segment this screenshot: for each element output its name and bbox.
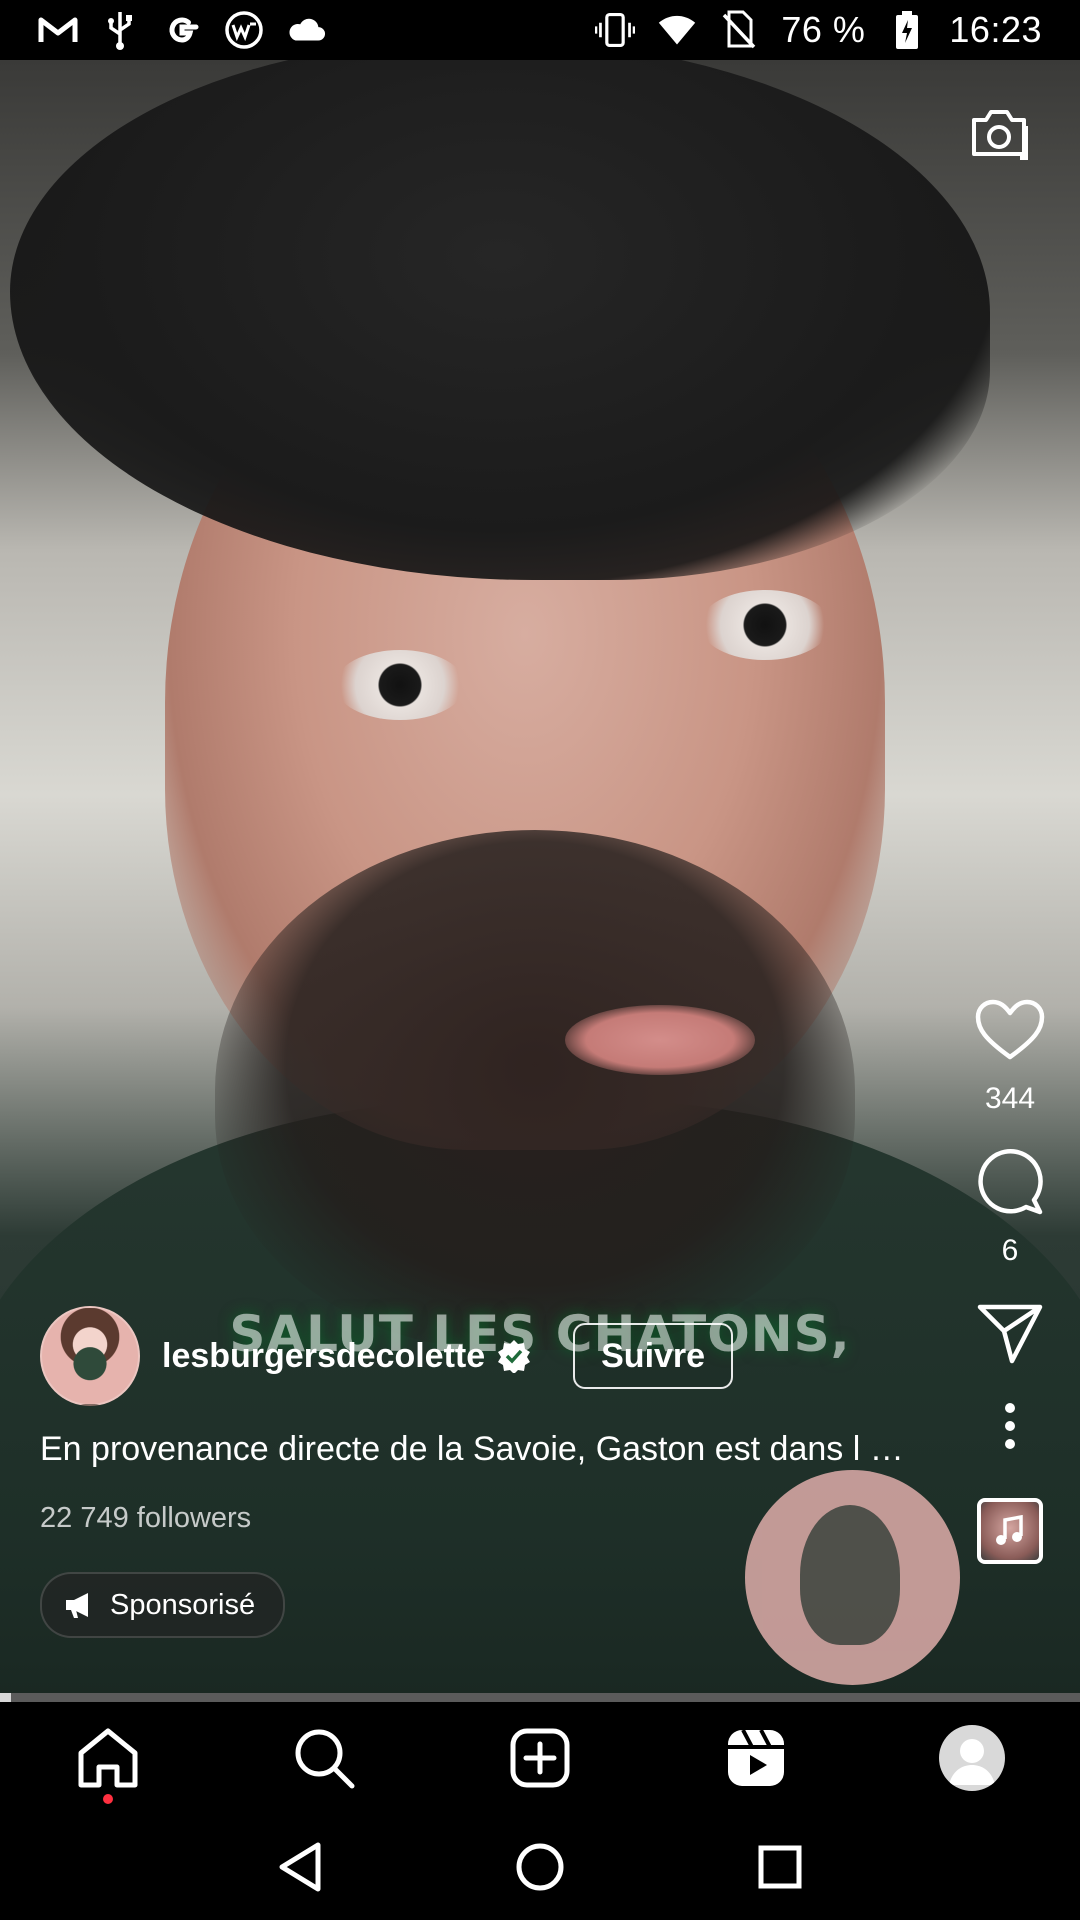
comment-button[interactable]: [970, 1142, 1050, 1222]
shirt-logo-image: [745, 1470, 960, 1685]
comment-count: 6: [1001, 1234, 1019, 1267]
post-caption[interactable]: En provenance directe de la Savoie, Gast…: [40, 1430, 940, 1469]
back-icon: [279, 1842, 321, 1892]
battery-charging-icon: [887, 10, 927, 50]
video-progress-bar[interactable]: [0, 1693, 1080, 1702]
more-vertical-icon: [1005, 1403, 1015, 1449]
reels-icon: [728, 1729, 784, 1786]
no-sim-icon: [719, 10, 759, 50]
bottom-navigation: [0, 1702, 1080, 1814]
nav-profile[interactable]: [936, 1722, 1008, 1794]
status-left-icons: [38, 10, 326, 50]
status-right-icons: 76 % 16:23: [595, 9, 1042, 51]
reels-screen: 76 % 16:23 SALUT LES CHATONS, 344 6 lesb…: [0, 0, 1080, 1920]
author-username[interactable]: lesburgersdecolette: [162, 1337, 485, 1376]
share-button[interactable]: [970, 1294, 1050, 1374]
google-icon: [162, 10, 202, 50]
more-options-button[interactable]: [970, 1386, 1050, 1466]
heart-icon: [975, 999, 1045, 1060]
sponsored-badge[interactable]: Sponsorisé: [40, 1572, 286, 1638]
nav-search[interactable]: [288, 1722, 360, 1794]
verified-badge-icon: [498, 1340, 531, 1373]
followers-count: 22 749 followers: [40, 1502, 252, 1534]
home-icon: [78, 1728, 138, 1788]
status-bar: 76 % 16:23: [0, 0, 1080, 60]
camera-icon: [972, 110, 1028, 160]
system-back-button[interactable]: [270, 1837, 330, 1897]
system-recents-button[interactable]: [750, 1837, 810, 1897]
music-note-icon: [996, 1515, 1023, 1545]
video-right-eye-shape: [700, 590, 830, 660]
author-avatar[interactable]: [40, 1306, 140, 1406]
cloud-icon: [286, 10, 326, 50]
nav-create[interactable]: [504, 1722, 576, 1794]
home-circle-icon: [516, 1843, 564, 1891]
nav-home[interactable]: [72, 1722, 144, 1804]
system-navigation: [0, 1814, 1080, 1920]
like-count: 344: [984, 1082, 1036, 1115]
gmail-icon: [38, 10, 78, 50]
sponsored-label: Sponsorisé: [110, 1588, 256, 1621]
profile-avatar: [939, 1725, 1005, 1791]
like-button[interactable]: [970, 990, 1050, 1070]
vibrate-icon: [595, 10, 636, 50]
webtoon-icon: [224, 10, 264, 50]
battery-level: 76 %: [781, 9, 866, 50]
video-cap-shape: [10, 60, 990, 580]
search-icon: [295, 1729, 355, 1789]
recents-icon: [758, 1845, 802, 1889]
video-left-eye-shape: [335, 650, 465, 720]
video-lips-shape: [565, 1005, 755, 1075]
wifi-icon: [657, 10, 697, 50]
paper-plane-icon: [977, 1304, 1043, 1364]
system-home-button[interactable]: [510, 1837, 570, 1897]
notification-dot: [103, 1794, 113, 1804]
video-beard-shape: [215, 830, 855, 1350]
comment-bubble-icon: [978, 1149, 1043, 1215]
usb-icon: [100, 10, 140, 50]
nav-reels[interactable]: [720, 1722, 792, 1794]
default-user-icon: [949, 1739, 995, 1785]
create-post-icon: [510, 1728, 570, 1788]
action-rail: 344 6: [970, 990, 1050, 1564]
author-row: lesburgersdecolette Suivre: [40, 1306, 734, 1406]
clock: 16:23: [949, 9, 1042, 50]
follow-button[interactable]: Suivre: [573, 1323, 734, 1389]
video-progress-fill: [0, 1693, 11, 1702]
audio-thumbnail-button[interactable]: [977, 1498, 1043, 1564]
camera-button[interactable]: [965, 100, 1033, 168]
megaphone-icon: [66, 1593, 88, 1618]
